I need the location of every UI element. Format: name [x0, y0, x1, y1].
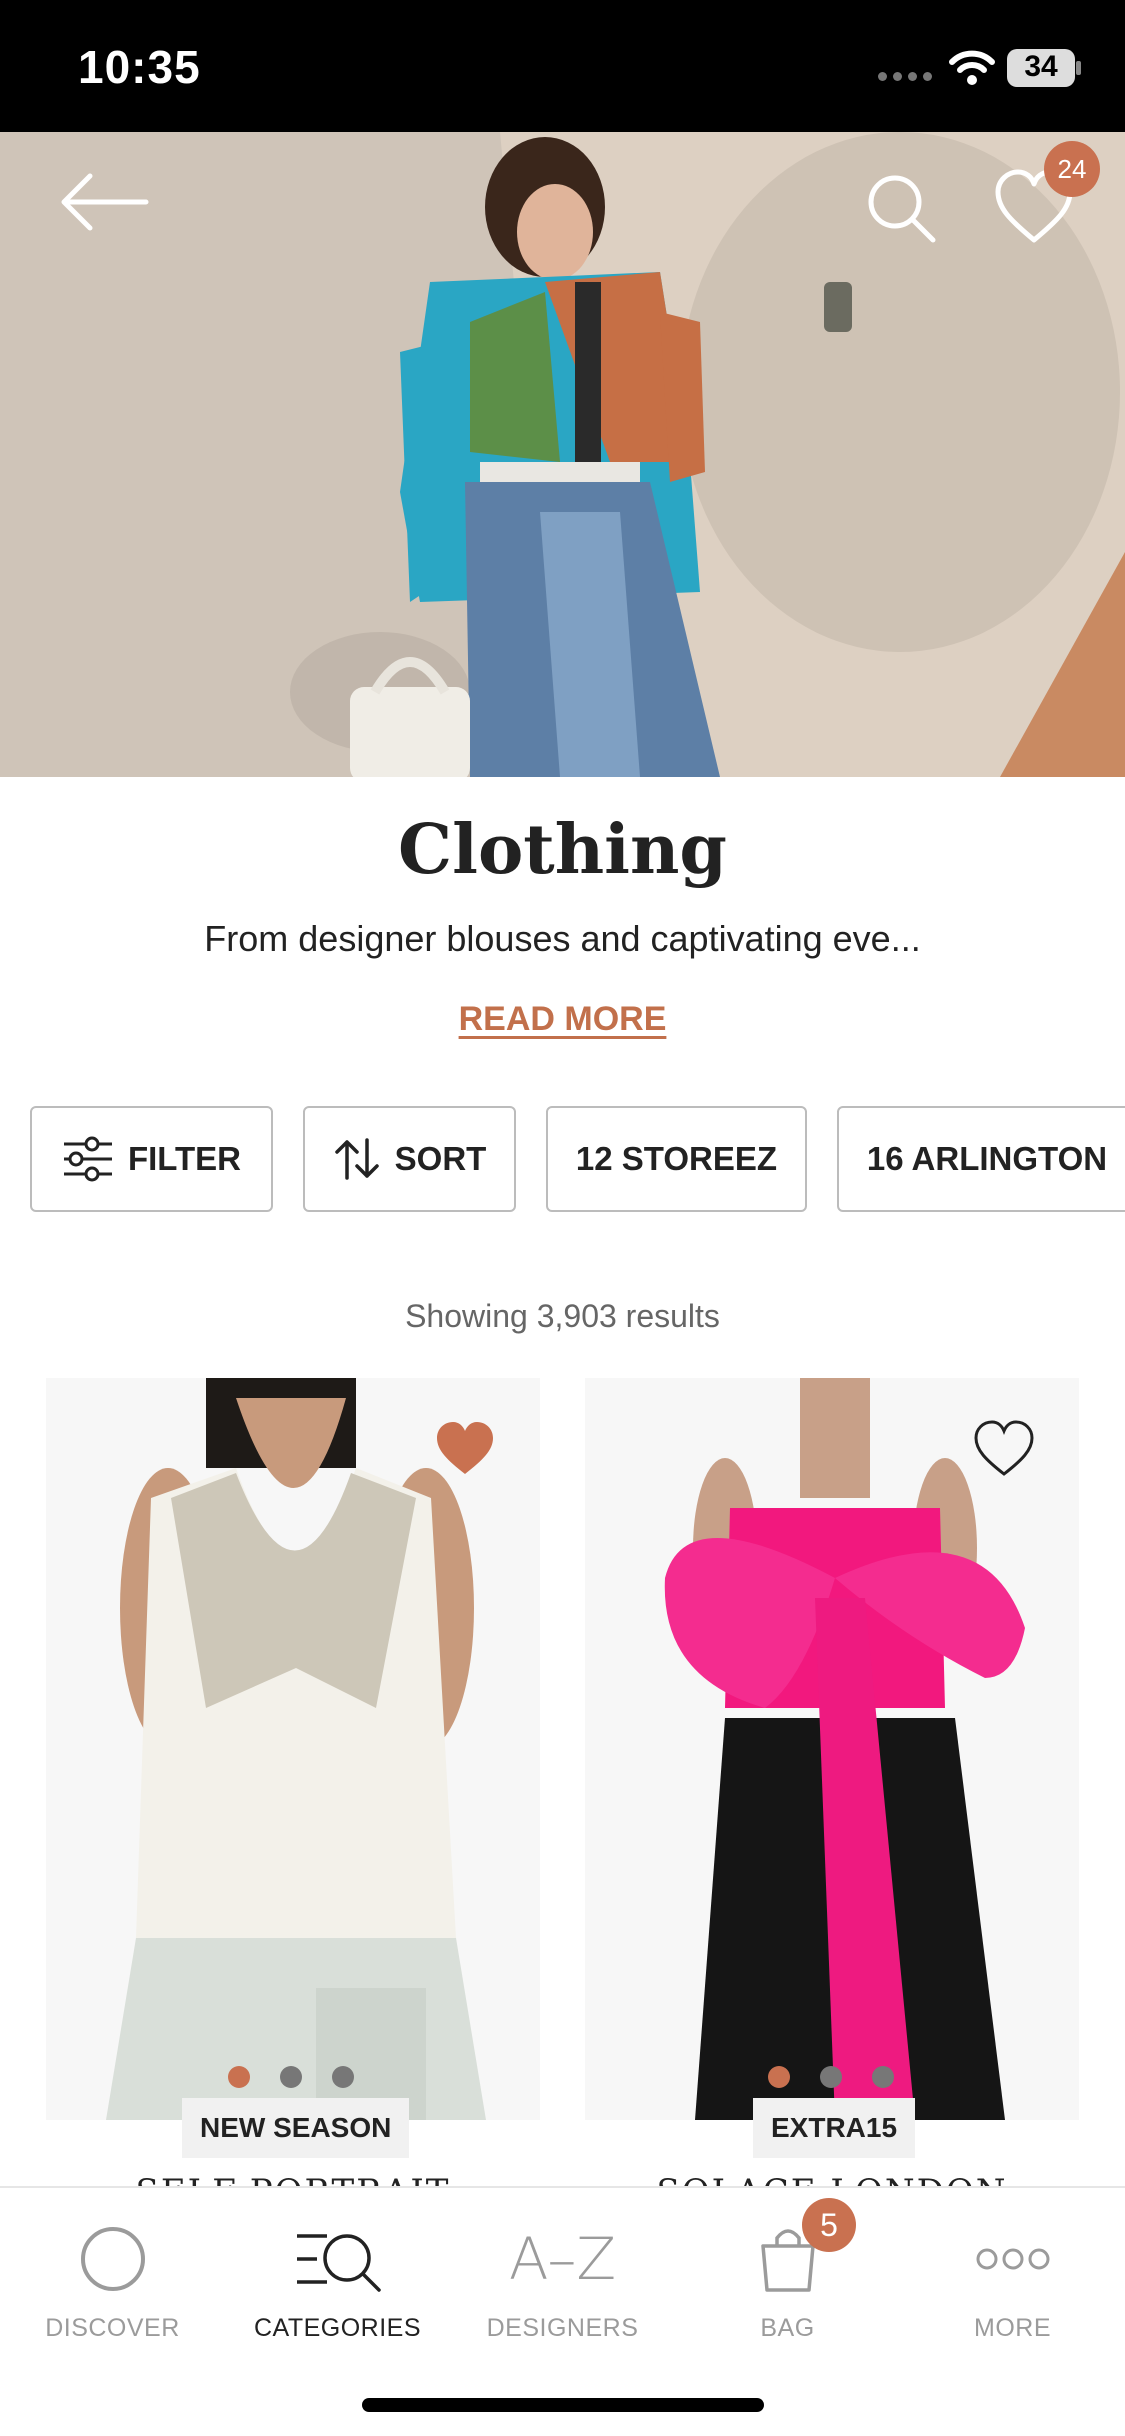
designer-chip-12-storeez[interactable]: 12 STOREEZ	[546, 1106, 807, 1212]
tab-label: BAG	[760, 2314, 815, 2342]
status-bar: 10:35 34	[0, 0, 1125, 132]
designer-chip-16-arlington[interactable]: 16 ARLINGTON	[837, 1106, 1125, 1212]
status-time: 10:35	[78, 41, 201, 93]
tab-label: MORE	[974, 2314, 1051, 2342]
favorite-filled-icon[interactable]	[433, 1418, 497, 1478]
more-dots-icon	[976, 2248, 1049, 2270]
tab-more[interactable]: MORE	[900, 2214, 1125, 2364]
product-card[interactable]	[46, 1378, 540, 2120]
tab-label: CATEGORIES	[253, 2314, 422, 2342]
hero-banner	[0, 132, 1125, 777]
sort-icon	[334, 1138, 379, 1180]
tab-label: DISCOVER	[45, 2314, 180, 2342]
product-image[interactable]	[46, 1378, 540, 2120]
sort-label: SORT	[394, 1140, 487, 1177]
tab-discover[interactable]: DISCOVER	[0, 2214, 225, 2364]
battery-level: 34	[1024, 50, 1058, 83]
signal-icon	[878, 72, 934, 82]
tab-bag[interactable]: BAG	[675, 2214, 900, 2364]
read-more-link[interactable]: READ MORE	[0, 1000, 1125, 1039]
discover-circle-icon	[80, 2227, 145, 2291]
battery-icon: 34	[1006, 48, 1084, 88]
tab-categories[interactable]: CATEGORIES	[225, 2214, 450, 2364]
sort-button[interactable]: SORT	[303, 1106, 516, 1212]
image-pagination-dots[interactable]	[768, 2066, 894, 2088]
wifi-icon	[949, 50, 995, 85]
designer-chip-label: 16 ARLINGTON	[866, 1140, 1108, 1177]
product-tag: NEW SEASON	[182, 2098, 410, 2158]
bag-count-badge: 5	[802, 2198, 856, 2252]
home-indicator[interactable]	[362, 2398, 764, 2412]
wishlist-count-badge: 24	[1044, 141, 1100, 197]
tab-designers[interactable]: A–Z DESIGNERS	[450, 2214, 675, 2364]
product-card[interactable]	[585, 1378, 1079, 2120]
image-pagination-dots[interactable]	[228, 2066, 354, 2088]
filter-button[interactable]: FILTER	[30, 1106, 273, 1212]
a-z-icon: A–Z	[508, 2225, 617, 2293]
tab-label: DESIGNERS	[486, 2314, 639, 2342]
search-icon[interactable]	[855, 162, 945, 252]
categories-search-icon	[296, 2234, 381, 2292]
results-count: Showing 3,903 results	[405, 1298, 720, 1334]
back-button[interactable]	[50, 162, 160, 242]
filter-chip-row[interactable]: FILTER SORT 12 STOREEZ 16 ARLINGTON	[0, 1106, 1125, 1214]
designer-chip-label: 12 STOREEZ	[575, 1140, 778, 1177]
category-description: From designer blouses and captivating ev…	[204, 918, 921, 959]
product-tag: EXTRA15	[753, 2098, 916, 2158]
product-image[interactable]	[585, 1378, 1079, 2120]
category-title: Clothing	[398, 810, 727, 890]
hero-image	[0, 132, 1125, 777]
favorite-outline-icon[interactable]	[972, 1418, 1036, 1478]
filter-icon	[63, 1136, 112, 1182]
filter-label: FILTER	[127, 1140, 242, 1177]
